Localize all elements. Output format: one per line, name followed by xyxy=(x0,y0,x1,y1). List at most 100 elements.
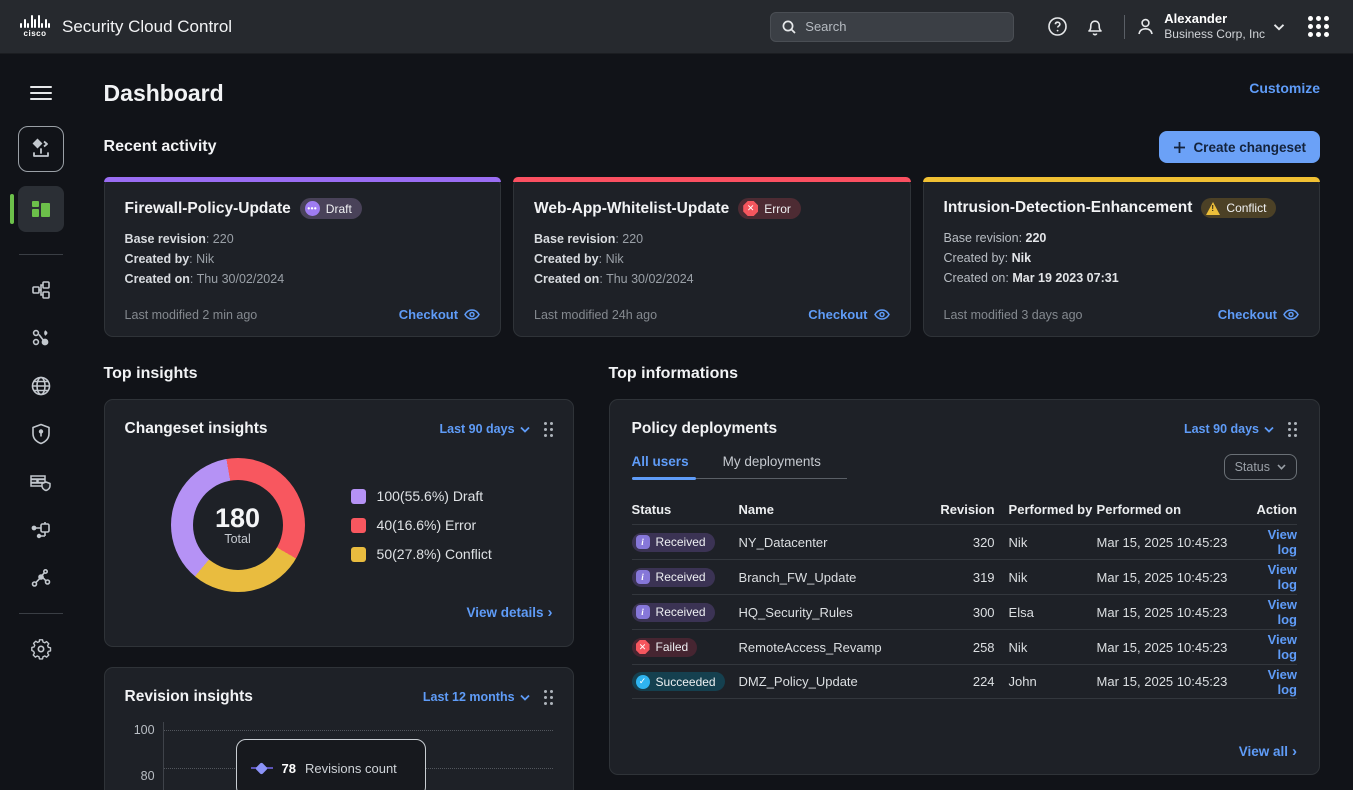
chevron-down-icon xyxy=(520,694,530,701)
last-modified-text: Last modified 24h ago xyxy=(534,308,657,322)
user-org: Business Corp, Inc xyxy=(1164,27,1265,42)
changeset-card[interactable]: Web-App-Whitelist-Update ✕ Error Base re… xyxy=(513,177,910,337)
chevron-down-icon xyxy=(520,426,530,433)
revision-insights-title: Revision insights xyxy=(125,688,253,706)
app-switcher-icon[interactable] xyxy=(1299,8,1337,46)
drag-handle-icon[interactable] xyxy=(544,690,553,705)
series-marker-icon xyxy=(251,763,273,773)
deployments-tabs: All users My deployments xyxy=(632,454,821,479)
view-log-link[interactable]: View log xyxy=(1268,667,1297,697)
donut-legend: 100(55.6%) Draft 40(16.6%) Error 50(27.8… xyxy=(351,488,492,562)
table-row[interactable]: iReceived HQ_Security_Rules 300 Elsa Mar… xyxy=(632,594,1297,629)
status-badge-error: ✕ Error xyxy=(738,198,801,219)
range-dropdown[interactable]: Last 90 days xyxy=(440,422,530,436)
chevron-right-icon: › xyxy=(1292,743,1297,760)
changeset-card-title: Firewall-Policy-Update xyxy=(125,200,291,218)
search-icon xyxy=(781,19,797,35)
drag-handle-icon[interactable] xyxy=(1288,422,1297,437)
sidebar-item-shield-icon[interactable] xyxy=(18,413,64,455)
tab-my-deployments[interactable]: My deployments xyxy=(723,454,821,469)
help-icon[interactable] xyxy=(1038,8,1076,46)
menu-hamburger-icon[interactable] xyxy=(18,72,64,114)
top-insights-section: Top insights Changeset insights Last 90 … xyxy=(104,365,574,790)
range-dropdown[interactable]: Last 90 days xyxy=(1184,422,1274,436)
view-log-link[interactable]: View log xyxy=(1268,562,1297,592)
table-row[interactable]: iReceived NY_Datacenter 320 Nik Mar 15, … xyxy=(632,524,1297,559)
sidebar-item-network-icon[interactable] xyxy=(18,509,64,551)
view-log-link[interactable]: View log xyxy=(1268,527,1297,557)
search-input[interactable] xyxy=(805,19,1003,34)
eye-icon xyxy=(1283,309,1299,320)
sidebar-item-topology-icon[interactable] xyxy=(18,269,64,311)
policy-deployments-card: Policy deployments Last 90 days xyxy=(609,399,1320,775)
view-all-link[interactable]: View all xyxy=(1239,744,1288,759)
revision-insights-card: Revision insights Last 12 months 100 xyxy=(104,667,574,790)
status-filter-select[interactable]: Status xyxy=(1224,454,1297,480)
search-box[interactable] xyxy=(770,12,1014,42)
chevron-right-icon: › xyxy=(548,604,553,621)
last-modified-text: Last modified 3 days ago xyxy=(944,308,1083,322)
table-row[interactable]: ✕Failed RemoteAccess_Revamp 258 Nik Mar … xyxy=(632,629,1297,664)
recent-activity-cards: Firewall-Policy-Update ••• Draft Base re… xyxy=(104,177,1320,337)
eye-icon xyxy=(874,309,890,320)
topbar-divider xyxy=(1124,15,1125,39)
drag-handle-icon[interactable] xyxy=(544,422,553,437)
topbar: cisco Security Cloud Control Alexander B… xyxy=(0,0,1353,54)
view-log-link[interactable]: View log xyxy=(1268,632,1297,662)
status-badge-failed: ✕Failed xyxy=(632,638,698,657)
changeset-card[interactable]: Intrusion-Detection-Enhancement Conflict… xyxy=(923,177,1320,337)
legend-item-conflict: 50(27.8%) Conflict xyxy=(351,546,492,562)
sidebar-item-globe-icon[interactable] xyxy=(18,365,64,407)
checkout-link[interactable]: Checkout xyxy=(399,307,480,322)
plus-icon xyxy=(1173,141,1186,154)
changeset-insights-title: Changeset insights xyxy=(125,420,268,438)
sidebar-item-firewall-icon[interactable] xyxy=(18,461,64,503)
app-title: Security Cloud Control xyxy=(62,17,232,37)
status-badge-succeeded: ✓Succeeded xyxy=(632,672,725,691)
changeset-card-title: Web-App-Whitelist-Update xyxy=(534,200,729,218)
user-avatar-icon xyxy=(1135,16,1156,37)
brand: cisco Security Cloud Control xyxy=(20,15,232,38)
revision-line-chart: 100 80 78 Revisions count xyxy=(125,722,553,790)
notifications-bell-icon[interactable] xyxy=(1076,8,1114,46)
create-changeset-button[interactable]: Create changeset xyxy=(1159,131,1320,163)
chevron-down-icon xyxy=(1264,426,1274,433)
sidebar-item-ai-ops-icon[interactable] xyxy=(18,557,64,599)
checkout-link[interactable]: Checkout xyxy=(808,307,889,322)
view-details-link[interactable]: View details xyxy=(467,605,544,620)
chart-tooltip: 78 Revisions count xyxy=(236,739,426,790)
policy-deployments-title: Policy deployments xyxy=(632,420,778,438)
changeset-donut-chart: 180 Total xyxy=(171,458,305,592)
y-axis-labels: 100 80 xyxy=(125,722,163,790)
range-dropdown[interactable]: Last 12 months xyxy=(423,690,530,704)
sidebar-divider xyxy=(19,613,63,614)
view-log-link[interactable]: View log xyxy=(1268,597,1297,627)
recent-activity-heading: Recent activity xyxy=(104,138,217,156)
sidebar-item-workflow-icon[interactable] xyxy=(18,317,64,359)
info-icon: i xyxy=(636,605,650,619)
sidebar-item-settings-gear-icon[interactable] xyxy=(18,628,64,670)
last-modified-text: Last modified 2 min ago xyxy=(125,308,258,322)
status-badge-conflict: Conflict xyxy=(1201,198,1276,218)
table-row[interactable]: iReceived Branch_FW_Update 319 Nik Mar 1… xyxy=(632,559,1297,594)
status-badge-draft: ••• Draft xyxy=(300,198,362,219)
warning-triangle-icon xyxy=(1206,202,1220,215)
cisco-logo-icon: cisco xyxy=(20,15,50,38)
top-informations-section: Top informations Policy deployments Last… xyxy=(609,365,1320,790)
chevron-down-icon xyxy=(1277,464,1286,470)
sidebar-item-changeset-workspace[interactable] xyxy=(18,126,64,172)
changeset-insights-card: Changeset insights Last 90 days xyxy=(104,399,574,647)
checkout-link[interactable]: Checkout xyxy=(1218,307,1299,322)
chevron-down-icon xyxy=(1273,23,1285,31)
tab-all-users[interactable]: All users xyxy=(632,454,689,469)
table-row[interactable]: ✓Succeeded DMZ_Policy_Update 224 John Ma… xyxy=(632,664,1297,699)
status-badge-received: iReceived xyxy=(632,533,715,552)
sidebar-item-dashboard[interactable] xyxy=(18,186,64,232)
table-header: Status Name Revision Performed by Perfor… xyxy=(632,494,1297,524)
info-icon: i xyxy=(636,535,650,549)
changeset-card[interactable]: Firewall-Policy-Update ••• Draft Base re… xyxy=(104,177,501,337)
status-badge-received: iReceived xyxy=(632,603,715,622)
customize-link[interactable]: Customize xyxy=(1249,80,1320,96)
eye-icon xyxy=(464,309,480,320)
user-menu[interactable]: Alexander Business Corp, Inc xyxy=(1135,11,1285,42)
